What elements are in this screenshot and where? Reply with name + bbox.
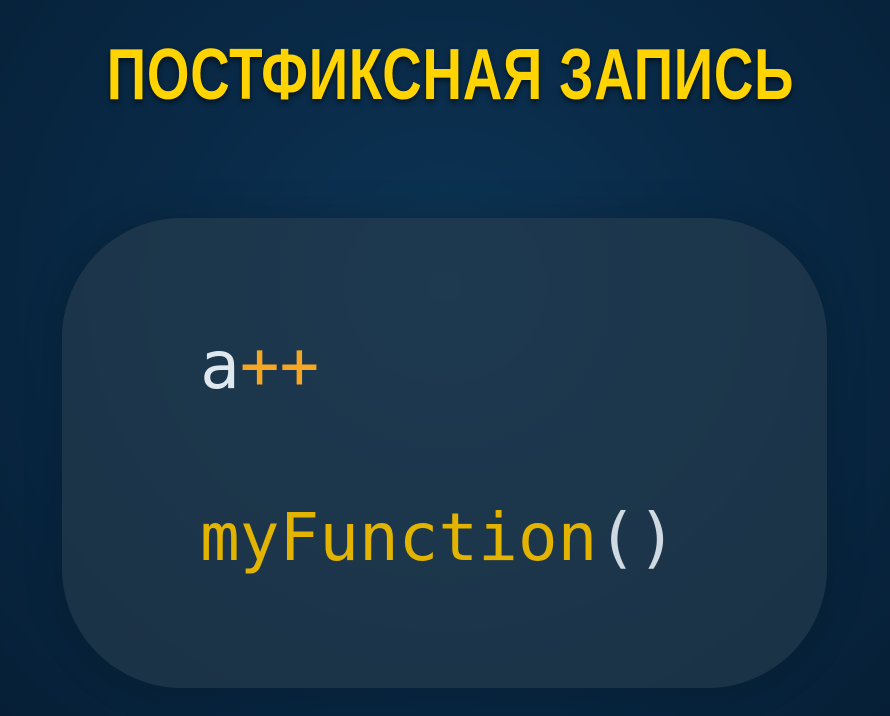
function-name-token: myFunction <box>200 499 598 576</box>
variable-token: a <box>200 327 240 404</box>
postfix-operator-token: ++ <box>239 327 320 404</box>
slide-title: ПОСТФИКСНАЯ ЗАПИСЬ <box>106 35 795 115</box>
code-panel <box>62 218 827 688</box>
code-line-function-call: myFunction() <box>200 498 677 578</box>
code-line-increment: a++ <box>200 326 319 406</box>
call-parens-token: () <box>597 499 677 576</box>
